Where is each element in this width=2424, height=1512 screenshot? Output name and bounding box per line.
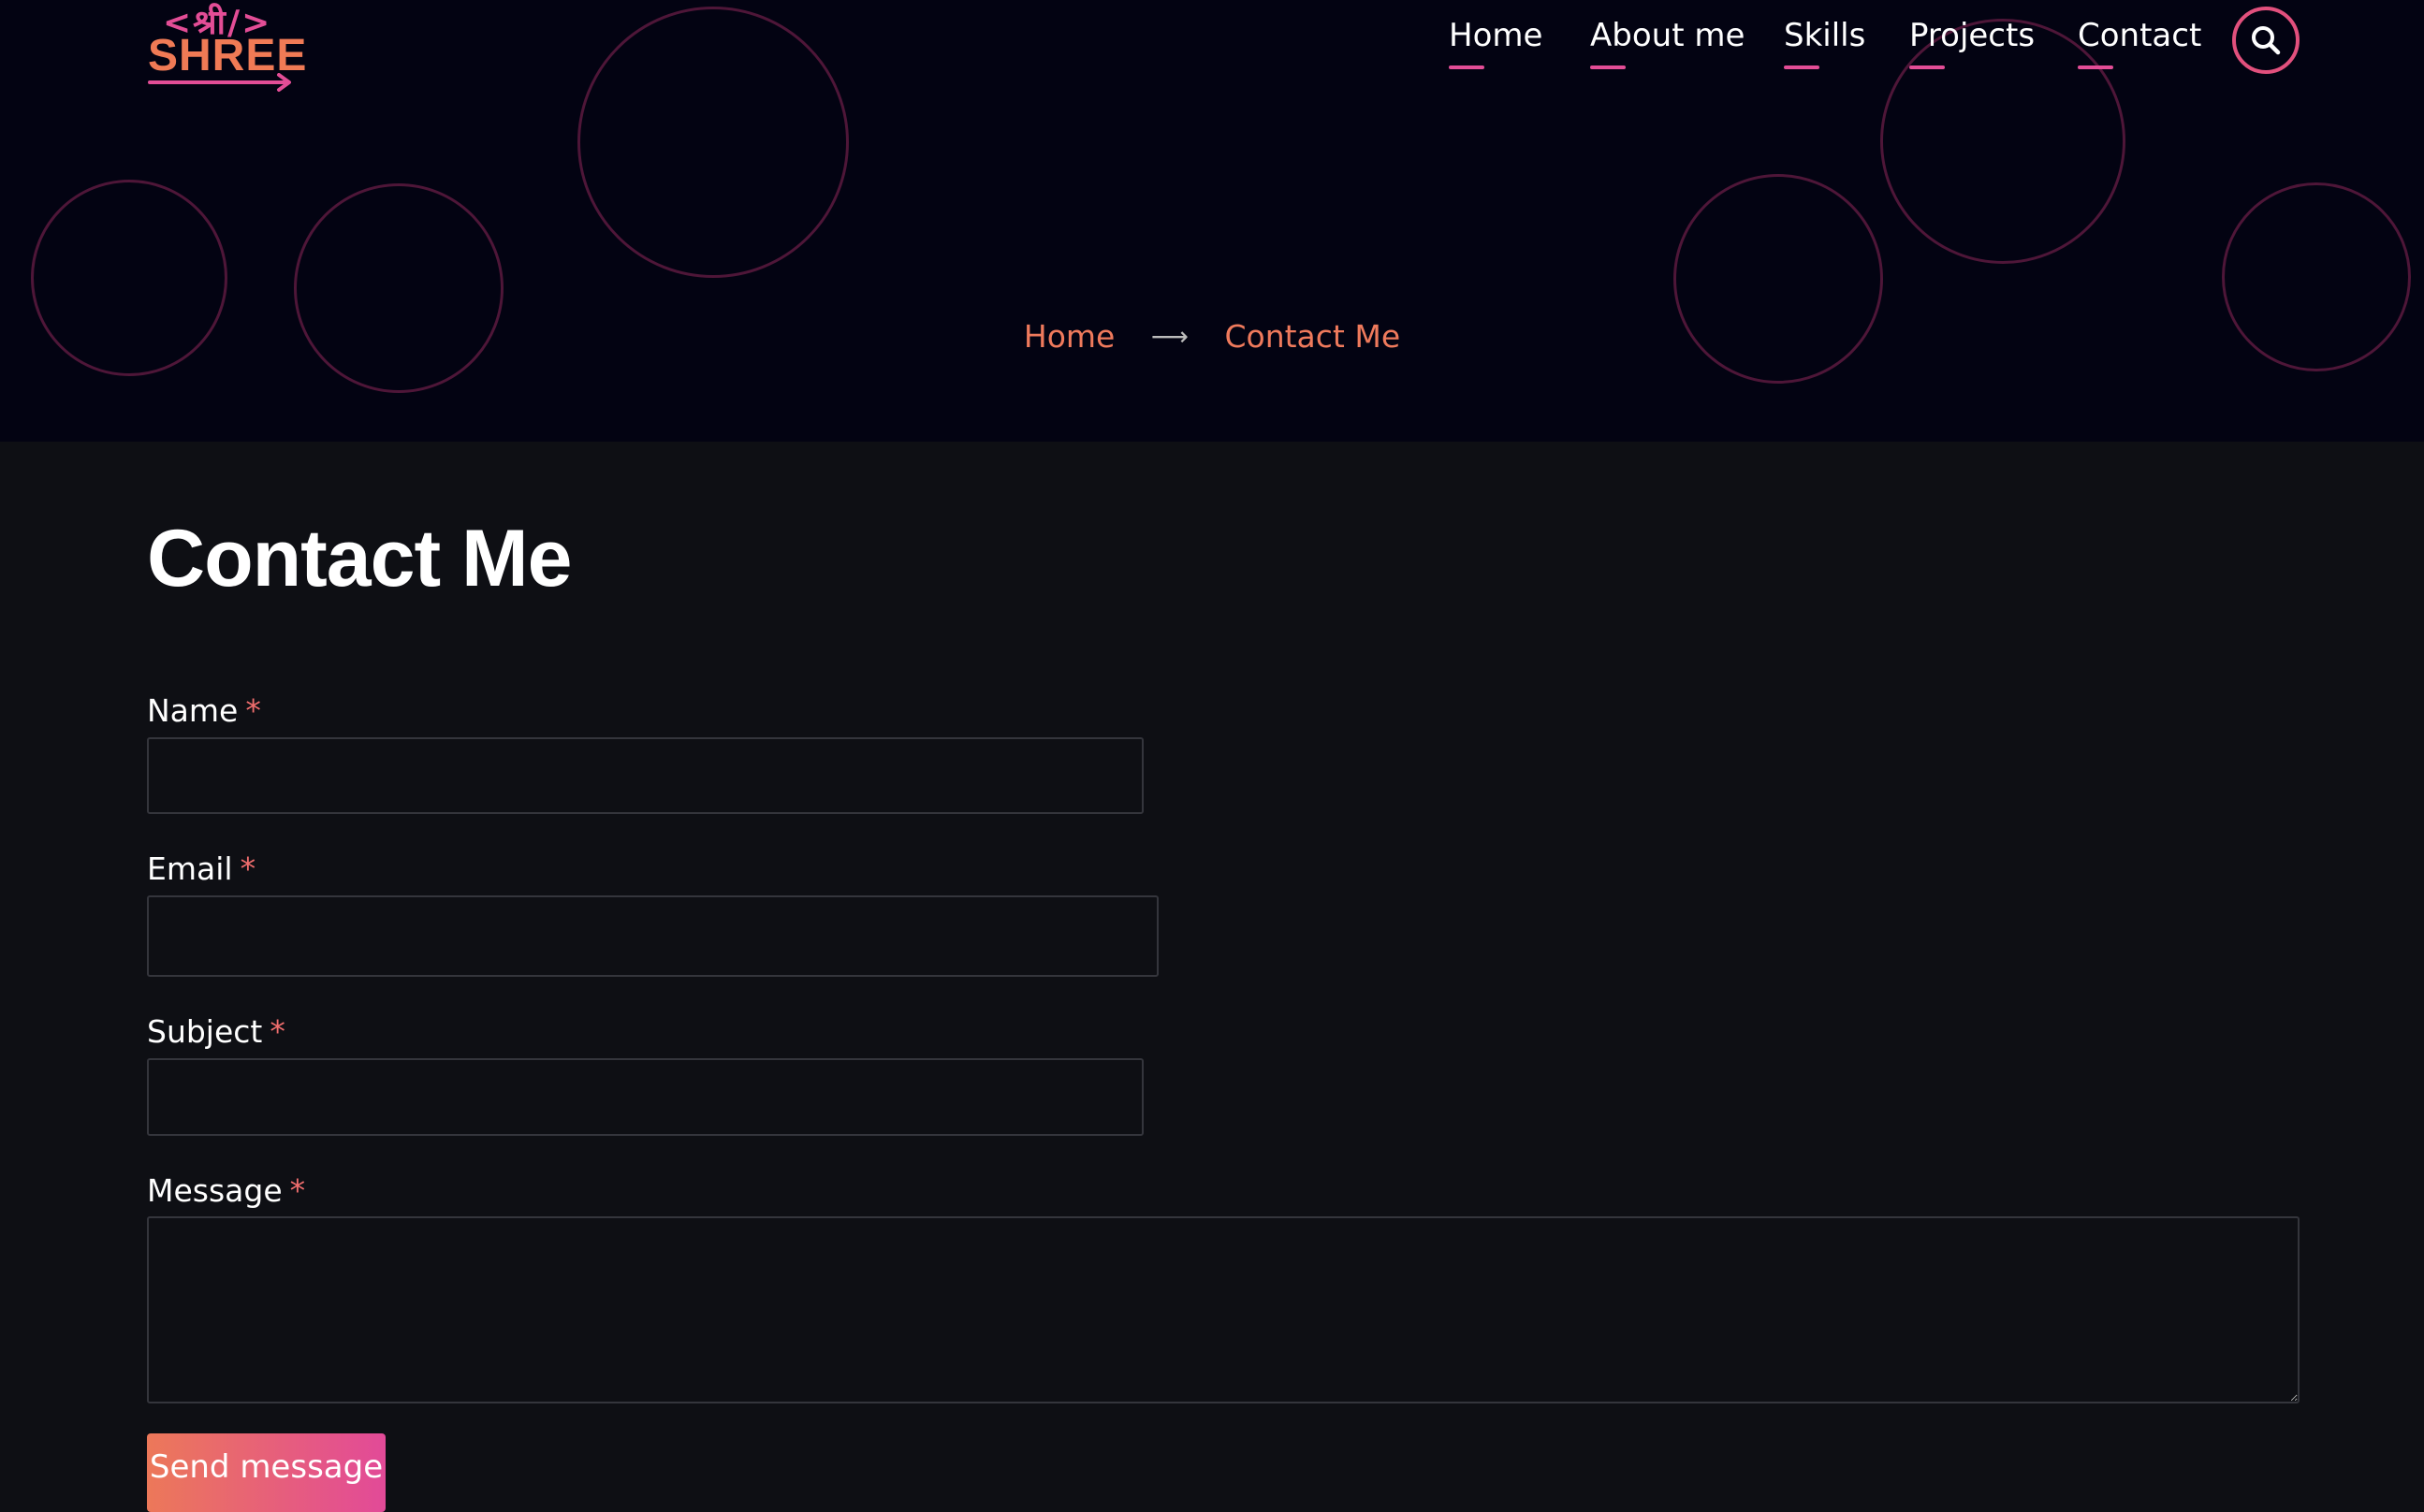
message-label-text: Message [147,1172,283,1209]
nav-item-label: About me [1590,17,1745,54]
nav-item-label: Skills [1784,17,1866,54]
email-input[interactable] [147,895,1159,977]
site-logo[interactable]: <श्री/> SHREE [148,0,306,94]
breadcrumb-arrow-icon: ⟶ [1150,321,1189,352]
decorative-circle [294,183,504,393]
nav-underline [1909,65,1945,69]
subject-label: Subject * [147,1013,285,1050]
logo-arrow-icon [148,73,291,92]
breadcrumb-current: Contact Me [1224,318,1401,355]
required-marker: * [245,692,261,729]
breadcrumb-home-link[interactable]: Home [1024,318,1115,355]
nav-item-label: Home [1449,17,1543,54]
breadcrumb: Home ⟶ Contact Me [0,316,2424,355]
nav-item-about[interactable]: About me [1590,17,1745,69]
subject-label-text: Subject [147,1013,263,1050]
nav-underline [2078,65,2113,69]
nav-item-skills[interactable]: Skills [1784,17,1866,69]
email-label-text: Email [147,850,233,887]
nav-underline [1449,65,1484,69]
required-marker: * [289,1172,306,1209]
required-marker: * [270,1013,285,1050]
search-icon [2252,26,2281,55]
message-textarea[interactable] [147,1216,2300,1403]
nav-item-projects[interactable]: Projects [1909,17,2036,69]
email-label: Email * [147,850,256,887]
page-title: Contact Me [147,514,572,603]
send-message-button[interactable]: Send message [147,1433,386,1512]
hero-banner: <श्री/> SHREE Home About me Skills Proje… [0,0,2424,442]
required-marker: * [240,850,256,887]
search-button[interactable] [2232,7,2300,74]
nav-item-label: Projects [1909,17,2036,54]
decorative-circle [577,7,849,278]
name-label-text: Name [147,692,239,729]
nav-underline [1784,65,1819,69]
nav-item-home[interactable]: Home [1449,17,1543,69]
nav-underline [1590,65,1626,69]
nav-item-contact[interactable]: Contact [2078,17,2202,69]
decorative-circle [1880,19,2125,264]
subject-input[interactable] [147,1058,1144,1136]
name-input[interactable] [147,737,1144,814]
message-label: Message * [147,1172,305,1209]
name-label: Name * [147,692,261,729]
nav-item-label: Contact [2078,17,2202,54]
